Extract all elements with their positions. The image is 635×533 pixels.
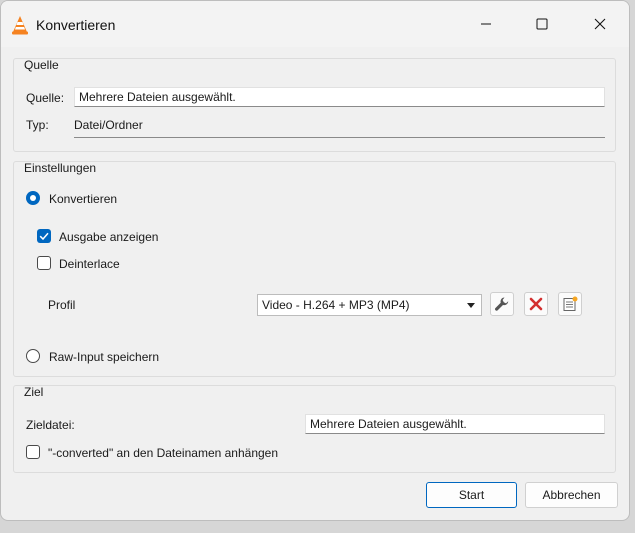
type-underline [74,137,605,138]
source-field[interactable]: Mehrere Dateien ausgewählt. [74,87,605,107]
checkmark-icon [39,232,49,241]
wrench-icon [495,297,509,311]
minimize-button[interactable] [463,9,509,39]
cancel-button[interactable]: Abbrechen [525,482,618,508]
show-output-label: Ausgabe anzeigen [59,230,159,244]
deinterlace-checkbox[interactable] [37,256,51,270]
maximize-icon [536,18,548,30]
profile-select-value: Video - H.264 + MP3 (MP4) [262,298,410,312]
window-title: Konvertieren [36,17,116,33]
delete-profile-button[interactable] [524,292,548,316]
close-icon [594,18,606,30]
convert-radio[interactable] [26,191,40,205]
new-profile-button[interactable] [558,292,582,316]
maximize-button[interactable] [519,9,565,39]
edit-profile-button[interactable] [490,292,514,316]
dest-label: Zieldatei: [26,418,75,432]
vlc-cone-icon [12,16,28,35]
start-button[interactable]: Start [426,482,517,508]
close-button[interactable] [577,9,623,39]
target-group-title: Ziel [24,385,44,399]
source-label: Quelle: [26,91,65,105]
source-group-title: Quelle [24,58,59,72]
deinterlace-label: Deinterlace [59,257,120,271]
raw-input-label: Raw-Input speichern [49,350,160,364]
new-list-icon [563,296,578,311]
convert-label: Konvertieren [49,192,118,206]
append-converted-checkbox[interactable] [26,445,40,459]
append-converted-label: "-converted" an den Dateinamen anhängen [48,446,279,460]
raw-input-radio[interactable] [26,349,40,363]
type-value: Datei/Ordner [74,118,143,132]
minimize-icon [481,23,491,25]
chevron-down-icon [467,303,475,308]
profile-label: Profil [48,298,76,312]
title-bar: Konvertieren [1,1,629,47]
convert-dialog: Konvertieren Quelle Quelle: Mehrere Date… [0,0,630,521]
settings-group-title: Einstellungen [24,161,97,175]
profile-select[interactable]: Video - H.264 + MP3 (MP4) [257,294,482,316]
red-x-icon [529,297,543,311]
show-output-checkbox[interactable] [37,229,51,243]
type-label: Typ: [26,118,49,132]
dest-field[interactable]: Mehrere Dateien ausgewählt. [305,414,605,434]
